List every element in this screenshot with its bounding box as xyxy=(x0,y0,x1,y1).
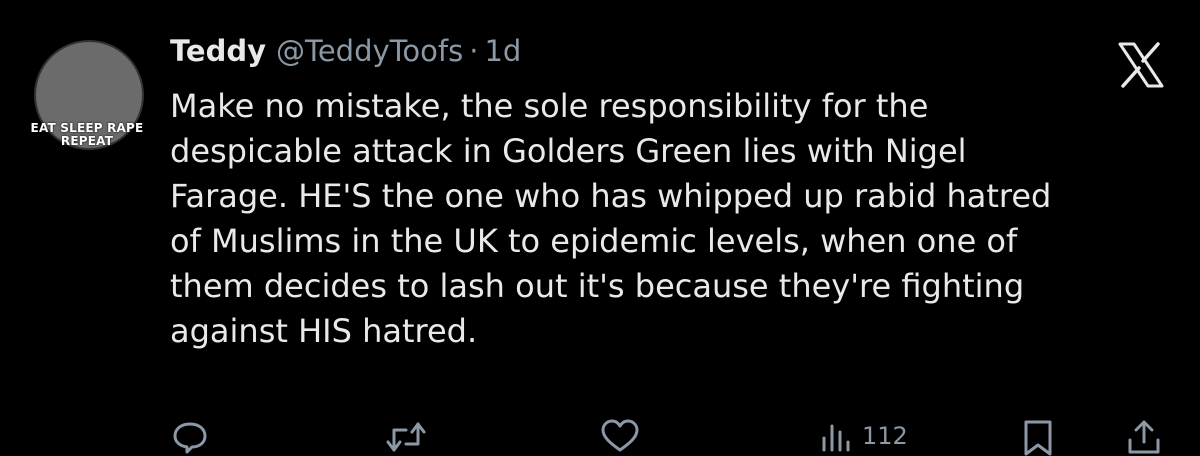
share-icon xyxy=(1128,420,1160,454)
bookmark-icon xyxy=(1024,420,1052,456)
views-button[interactable]: 112 xyxy=(818,416,908,456)
action-bar: 112 xyxy=(0,416,1200,456)
tweet-text: Make no mistake, the sole responsibility… xyxy=(170,87,1052,350)
share-button[interactable] xyxy=(1124,416,1164,456)
bookmark-button[interactable] xyxy=(1018,416,1058,456)
separator-dot: · xyxy=(469,34,479,68)
views-icon xyxy=(822,424,850,452)
user-handle[interactable]: @TeddyToofs xyxy=(276,34,463,68)
like-button[interactable] xyxy=(598,416,642,456)
tweet-card[interactable]: EAT SLEEP RAPE REPEAT Teddy @TeddyToofs … xyxy=(0,0,1200,456)
like-icon xyxy=(601,419,639,452)
views-count: 112 xyxy=(862,422,908,450)
avatar-caption: EAT SLEEP RAPE REPEAT xyxy=(22,122,152,148)
display-name[interactable]: Teddy xyxy=(170,34,266,68)
timestamp[interactable]: 1d xyxy=(484,34,521,68)
retweet-button[interactable] xyxy=(384,416,428,456)
x-logo-icon xyxy=(1118,42,1164,88)
tweet-header: Teddy @TeddyToofs · 1d xyxy=(170,34,521,80)
avatar-caption-line2: REPEAT xyxy=(60,134,114,148)
reply-icon xyxy=(173,422,207,454)
reply-button[interactable] xyxy=(170,416,210,456)
retweet-icon xyxy=(386,422,426,452)
